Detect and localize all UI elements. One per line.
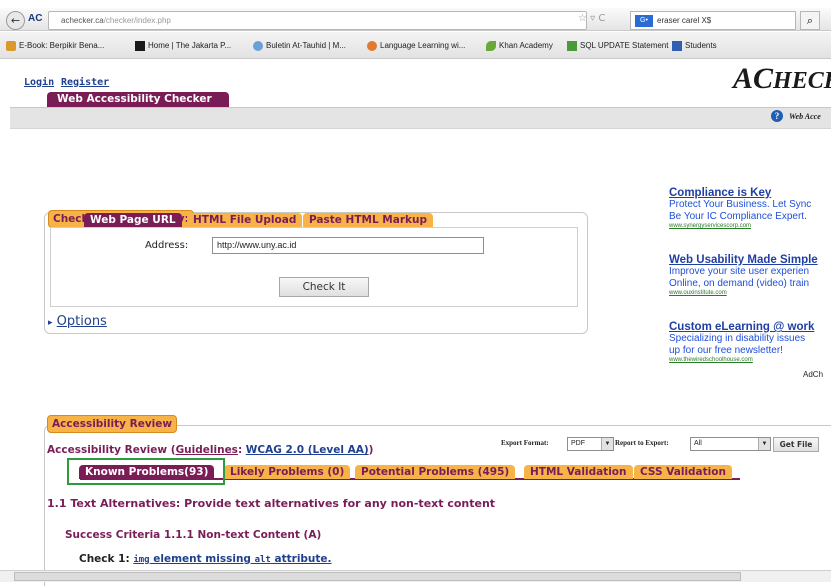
ad-url: www.synergyservicescorp.com — [669, 223, 752, 229]
bookmark-item[interactable]: Language Learning wi... — [367, 41, 465, 51]
bookmark-item[interactable]: SQL UPDATE Statement — [567, 41, 668, 51]
login-link[interactable]: Login — [24, 77, 54, 88]
get-file-button[interactable]: Get File — [773, 437, 819, 452]
tab-web-page-url[interactable]: Web Page URL — [84, 213, 182, 227]
bookmark-item[interactable]: Home | The Jakarta P... — [135, 41, 231, 51]
accessibility-review-legend: Accessibility Review — [47, 415, 178, 433]
ad-title: Compliance is Key — [669, 187, 772, 199]
url-path: /checker/index.php — [103, 16, 171, 25]
nav-bar — [10, 107, 831, 129]
help-icon: ? — [771, 110, 783, 122]
scrollbar-thumb[interactable] — [14, 572, 741, 581]
ad-url: www.thewiredschoolhouse.com — [669, 357, 753, 363]
address-input[interactable]: http://www.uny.ac.id — [212, 237, 484, 254]
bookmark-icon — [135, 41, 145, 51]
highlight-box — [67, 458, 225, 485]
ad-text: up for our free newsletter! — [669, 345, 783, 356]
tab-html-validation[interactable]: HTML Validation — [524, 465, 633, 479]
ad-item[interactable]: Custom eLearning @ work Specializing in … — [669, 321, 814, 363]
tab-paste-html-markup[interactable]: Paste HTML Markup — [303, 213, 433, 227]
bookmark-icon — [253, 41, 263, 51]
ad-url: www.ouxinstitute.com — [669, 290, 727, 296]
url-input[interactable]: achecker.ca/checker/index.php — [48, 11, 587, 30]
achecker-logo: ACHECK — [733, 62, 831, 95]
guidelines-link[interactable]: Guidelines — [176, 444, 238, 456]
tab-potential-problems[interactable]: Potential Problems (495) — [355, 465, 516, 479]
ad-text: Online, on demand (video) train — [669, 278, 810, 289]
export-format-label: Export Format: — [501, 439, 549, 447]
guideline-heading: 1.1 Text Alternatives: Provide text alte… — [47, 497, 496, 510]
bookmark-icon — [567, 41, 577, 51]
wcag-link[interactable]: WCAG 2.0 (Level AA) — [246, 444, 369, 456]
site-favicon: AC — [28, 13, 43, 24]
search-query: eraser carel X$ — [657, 16, 712, 25]
options-toggle[interactable]: ▸ Options — [48, 314, 107, 329]
ad-text: Specializing in disability issues — [669, 333, 806, 344]
ad-item[interactable]: Compliance is Key Protect Your Business.… — [669, 187, 811, 229]
tab-html-file-upload[interactable]: HTML File Upload — [187, 213, 303, 227]
back-button[interactable]: ← — [6, 11, 25, 30]
bookmark-item[interactable]: Khan Academy — [486, 41, 553, 51]
tab-css-validation[interactable]: CSS Validation — [634, 465, 732, 479]
bookmark-icon — [672, 41, 682, 51]
ad-text: Improve your site user experien — [669, 266, 810, 277]
chevron-down-icon: ▼ — [758, 438, 770, 450]
ad-item[interactable]: Web Usability Made Simple Improve your s… — [669, 254, 818, 296]
expand-arrow-icon: ▸ — [48, 318, 53, 328]
check-heading: Check 1: img element missing alt attribu… — [79, 553, 332, 565]
address-label: Address: — [145, 240, 189, 251]
google-icon: G• — [635, 14, 653, 27]
bookmark-star-icon[interactable]: ☆ ▿ C — [578, 13, 605, 24]
ad-text: Protect Your Business. Let Sync — [669, 199, 812, 210]
review-title: Accessibility Review (Guidelines: WCAG 2… — [47, 444, 374, 456]
register-link[interactable]: Register — [61, 77, 109, 88]
search-input[interactable]: G• eraser carel X$ — [630, 11, 796, 30]
tab-likely-problems[interactable]: Likely Problems (0) — [224, 465, 351, 479]
ad-text: Be Your IC Compliance Expert. — [669, 211, 807, 222]
search-icon[interactable]: ⌕ — [800, 11, 820, 30]
chevron-down-icon: ▼ — [601, 438, 613, 450]
ad-choices-link[interactable]: AdCh — [803, 370, 823, 379]
report-to-export-label: Report to Export: — [615, 439, 669, 447]
check-it-button[interactable]: Check It — [279, 277, 369, 297]
help-link[interactable]: ? Web Acce — [771, 110, 821, 122]
site-tab[interactable]: Web Accessibility Checker — [47, 92, 229, 107]
ad-title: Web Usability Made Simple — [669, 254, 818, 266]
export-format-select[interactable]: PDF ▼ — [567, 437, 614, 451]
bookmark-icon — [486, 41, 496, 51]
ad-title: Custom eLearning @ work — [669, 321, 815, 333]
bookmark-item[interactable]: Students — [672, 41, 717, 51]
report-to-export-select[interactable]: All ▼ — [690, 437, 771, 451]
success-criteria-heading: Success Criteria 1.1.1 Non-text Content … — [65, 529, 322, 541]
bookmark-icon — [6, 41, 16, 51]
bookmark-item[interactable]: E-Book: Berpikir Bena... — [6, 41, 104, 51]
bookmark-item[interactable]: Buletin At-Tauhid | M... — [253, 41, 346, 51]
check-link[interactable]: img element missing alt attribute. — [133, 553, 331, 565]
url-host: achecker.ca — [61, 16, 104, 25]
bookmark-icon — [367, 41, 377, 51]
